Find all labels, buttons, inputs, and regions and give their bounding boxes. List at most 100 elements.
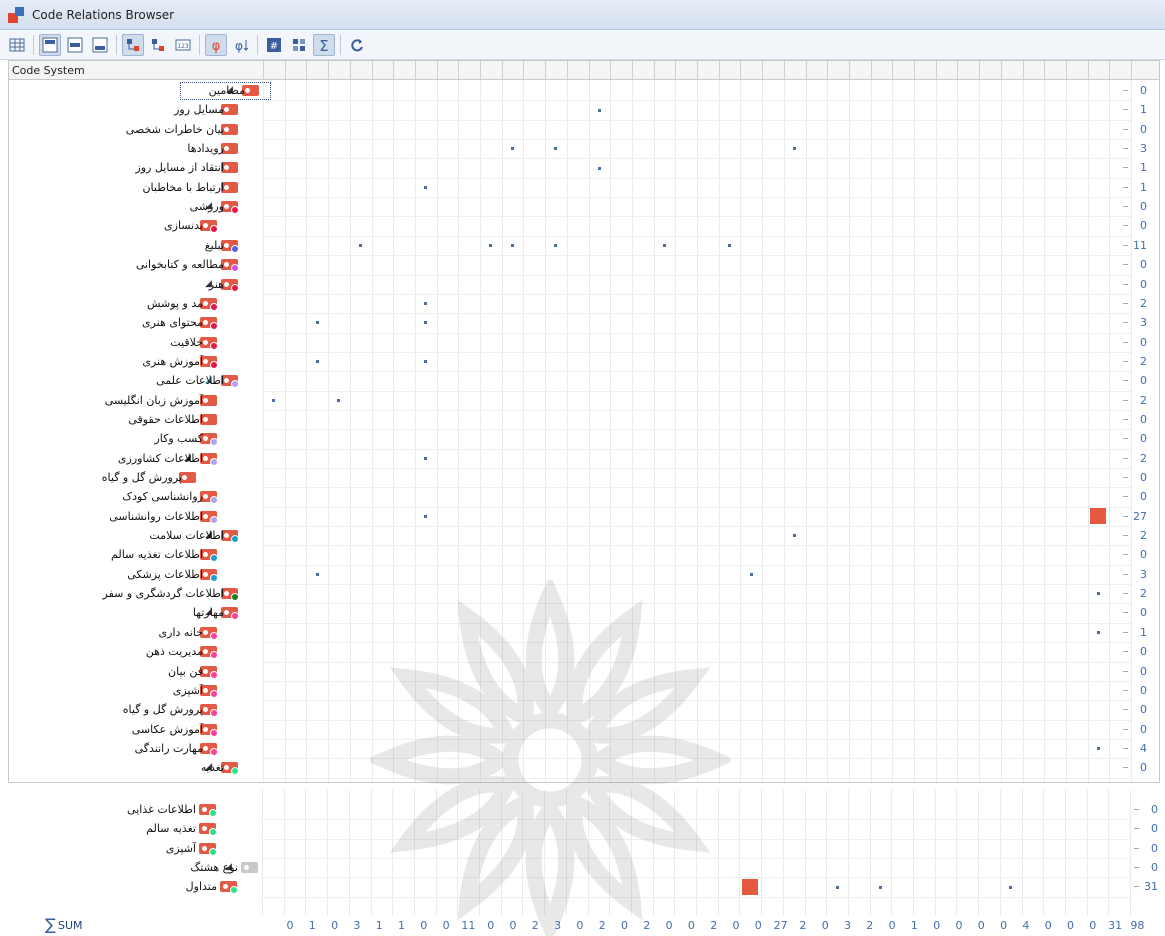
- column-header-cell[interactable]: [740, 61, 742, 79]
- code-row[interactable]: اطلاعات غذایی 0: [0, 800, 1165, 820]
- code-row[interactable]: فن بیان 0: [9, 662, 1159, 682]
- column-header-cell[interactable]: [979, 61, 981, 79]
- co-occurrence-square[interactable]: [424, 321, 428, 325]
- co-occurrence-square[interactable]: [424, 514, 428, 518]
- column-header-cell[interactable]: [653, 61, 655, 79]
- code-row[interactable]: محتوای هنری 3: [9, 313, 1159, 333]
- co-occurrence-square[interactable]: [662, 243, 666, 247]
- phi-sort-button[interactable]: φ: [230, 34, 252, 56]
- co-occurrence-square[interactable]: [793, 534, 797, 538]
- column-header-cell[interactable]: [827, 61, 829, 79]
- column-header-cell[interactable]: [914, 61, 915, 79]
- column-header-cell[interactable]: [458, 61, 460, 79]
- column-header-cell[interactable]: [1044, 61, 1046, 79]
- hash-button[interactable]: #: [263, 34, 285, 56]
- column-header-cell[interactable]: [848, 61, 850, 79]
- co-occurrence-square[interactable]: [272, 398, 276, 402]
- code-row[interactable]: مهارت رانندگی 4: [9, 739, 1159, 759]
- refresh-button[interactable]: [346, 34, 368, 56]
- code-row[interactable]: تبلیغ 11: [9, 236, 1159, 256]
- co-occurrence-square[interactable]: [489, 243, 493, 247]
- code-row[interactable]: خلاقیت 0: [9, 333, 1159, 353]
- code-row[interactable]: آموزش زبان انگلیسی 2: [9, 391, 1159, 411]
- column-header-cell[interactable]: [523, 61, 525, 79]
- co-occurrence-square[interactable]: [1096, 592, 1100, 596]
- co-occurrence-square-large[interactable]: [742, 879, 759, 896]
- column-header-cell[interactable]: [892, 61, 894, 79]
- column-header-cell[interactable]: [697, 61, 698, 79]
- code-row[interactable]: ◢ تغذیه 0: [9, 758, 1159, 778]
- sigma-button[interactable]: Σ: [313, 33, 335, 56]
- column-header-cell[interactable]: [436, 61, 438, 79]
- align-bottom-button[interactable]: [89, 34, 111, 56]
- code-row[interactable]: بدنسازی 0: [9, 216, 1159, 236]
- co-occurrence-square[interactable]: [424, 456, 428, 460]
- code-row[interactable]: ارتباط با مخاطبان 1: [9, 178, 1159, 198]
- code-row[interactable]: پرورش گل و گیاه 0: [9, 700, 1159, 720]
- code-row[interactable]: رویدادها 3: [9, 139, 1159, 159]
- column-header-cell[interactable]: [284, 61, 286, 79]
- column-header-cell[interactable]: [545, 61, 547, 79]
- code-row[interactable]: ◢ مضامین 0: [9, 81, 1159, 101]
- code-row[interactable]: ◢ ورزشی 0: [9, 197, 1159, 217]
- co-occurrence-square[interactable]: [749, 572, 753, 576]
- column-header-cell[interactable]: [480, 61, 481, 79]
- code-tree-active-button[interactable]: [122, 33, 144, 56]
- column-header-cell[interactable]: [957, 61, 959, 79]
- co-occurrence-square[interactable]: [424, 360, 428, 364]
- column-header-cell[interactable]: [718, 61, 720, 79]
- column-header-cell[interactable]: [349, 61, 351, 79]
- co-occurrence-square[interactable]: [793, 147, 797, 151]
- co-occurrence-square[interactable]: [597, 108, 601, 112]
- code-row[interactable]: خانه داری 1: [9, 623, 1159, 643]
- co-occurrence-square[interactable]: [359, 243, 363, 247]
- column-header-cell[interactable]: [610, 61, 612, 79]
- code-row[interactable]: مطالعه و کتابخوانی 0: [9, 255, 1159, 275]
- column-header-cell[interactable]: [328, 61, 330, 79]
- code-row[interactable]: متداول 31: [0, 877, 1165, 897]
- co-occurrence-square[interactable]: [597, 166, 601, 170]
- co-occurrence-square[interactable]: [315, 572, 319, 576]
- column-header-cell[interactable]: [1065, 61, 1067, 79]
- column-header-cell[interactable]: [263, 61, 264, 79]
- code-row[interactable]: تغذیه سالم 0: [0, 819, 1165, 839]
- code-row[interactable]: انتقاد از مسایل روز 1: [9, 158, 1159, 178]
- column-header-cell[interactable]: [1131, 61, 1132, 79]
- co-occurrence-square[interactable]: [554, 243, 558, 247]
- code-matrix-panel[interactable]: ◢ مضامین 0 مسایل روز 1 بیان خاطرات شخصی 0 رویدا…: [8, 80, 1160, 783]
- column-header-cell[interactable]: [306, 61, 308, 79]
- co-occurrence-square[interactable]: [554, 147, 558, 151]
- column-header-cell[interactable]: [371, 61, 373, 79]
- code-row[interactable]: مد و پوشش 2: [9, 294, 1159, 314]
- align-top-button[interactable]: [39, 33, 61, 56]
- co-occurrence-square[interactable]: [878, 885, 882, 889]
- code-row[interactable]: اطلاعات پزشکی 3: [9, 565, 1159, 585]
- column-header-cell[interactable]: [631, 61, 633, 79]
- number-box-button[interactable]: 123: [172, 34, 194, 56]
- code-row[interactable]: آموزش عکاسی 0: [9, 720, 1159, 740]
- column-header-cell[interactable]: [675, 61, 677, 79]
- column-header-cell[interactable]: [501, 61, 503, 79]
- code-row[interactable]: مسایل روز 1: [9, 100, 1159, 120]
- code-row[interactable]: ◢ مهارتها 0: [9, 603, 1159, 623]
- co-occurrence-square[interactable]: [315, 321, 319, 325]
- co-occurrence-square[interactable]: [835, 885, 839, 889]
- code-row[interactable]: آشپزی 0: [0, 839, 1165, 859]
- grid-button[interactable]: [6, 34, 28, 56]
- code-row[interactable]: آموزش هنری 2: [9, 352, 1159, 372]
- co-occurrence-square[interactable]: [337, 398, 341, 402]
- column-header-cell[interactable]: [1087, 61, 1089, 79]
- column-header-cell[interactable]: [1000, 61, 1002, 79]
- column-header-cell[interactable]: [783, 61, 785, 79]
- code-row[interactable]: مدیریت ذهن 0: [9, 642, 1159, 662]
- phi-button[interactable]: φ: [205, 33, 227, 56]
- column-header-cell[interactable]: [414, 61, 416, 79]
- co-occurrence-square-large[interactable]: [1090, 508, 1107, 525]
- align-middle-button[interactable]: [64, 34, 86, 56]
- code-row[interactable]: اطلاعات حقوقی 0: [9, 410, 1159, 430]
- co-occurrence-square[interactable]: [424, 302, 428, 306]
- code-row[interactable]: اطلاعات روانشناسی 27: [9, 507, 1159, 527]
- co-occurrence-square[interactable]: [511, 243, 515, 247]
- code-row[interactable]: ◢ اطلاعات علمی 0: [9, 371, 1159, 391]
- code-row[interactable]: آشپزی 0: [9, 681, 1159, 701]
